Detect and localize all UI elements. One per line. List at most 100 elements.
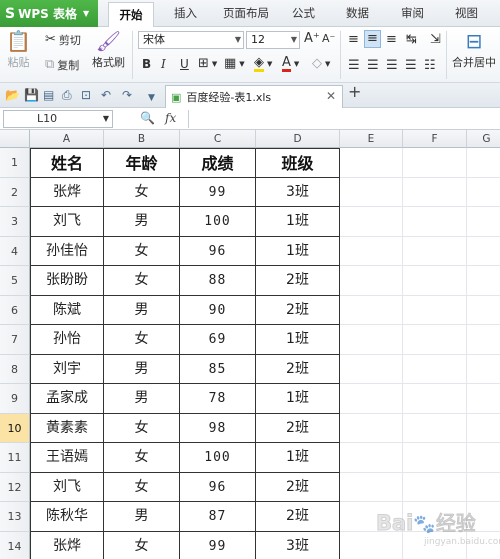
table-cell[interactable]: 88	[180, 266, 256, 296]
empty-cell[interactable]	[467, 473, 500, 502]
empty-cell[interactable]	[403, 266, 467, 296]
empty-cell[interactable]	[467, 296, 500, 325]
column-header-d[interactable]: D	[256, 130, 340, 148]
empty-cell[interactable]	[403, 236, 467, 266]
table-cell[interactable]: 女	[104, 325, 180, 355]
empty-cell[interactable]	[467, 355, 500, 384]
table-cell[interactable]: 2班	[256, 472, 340, 502]
table-cell[interactable]: 刘飞	[30, 472, 104, 502]
table-cell[interactable]: 张烨	[30, 531, 104, 559]
align-top-button[interactable]: ≡	[348, 32, 359, 48]
table-cell[interactable]: 张烨	[30, 177, 104, 207]
table-header-cell[interactable]: 年龄	[104, 148, 180, 178]
tab-formulas[interactable]: 公式	[292, 0, 315, 27]
align-center-button[interactable]: ☰	[367, 58, 379, 74]
format-painter-button[interactable]: 🖌 格式刷	[92, 30, 125, 70]
table-cell[interactable]: 2班	[256, 413, 340, 443]
font-name-select[interactable]: 宋体 ▼	[138, 31, 244, 49]
document-tab[interactable]: ▣ 百度经验-表1.xls ✕	[165, 85, 343, 108]
table-cell[interactable]: 2班	[256, 266, 340, 296]
row-header[interactable]: 10	[0, 413, 30, 443]
copy-button[interactable]: ⧉ 复制	[45, 57, 79, 73]
zoom-icon[interactable]: 🔍	[140, 111, 155, 125]
table-cell[interactable]: 99	[180, 177, 256, 207]
fill-color-button[interactable]: ◈ ▼	[254, 56, 272, 72]
export-pdf-icon[interactable]: ⊡	[81, 87, 91, 103]
select-all-corner[interactable]	[0, 130, 30, 148]
table-cell[interactable]: 2班	[256, 354, 340, 384]
column-header-b[interactable]: B	[104, 130, 180, 148]
empty-cell[interactable]	[467, 325, 500, 355]
row-header[interactable]: 2	[0, 177, 30, 207]
empty-cell[interactable]	[467, 178, 500, 207]
table-header-cell[interactable]: 班级	[256, 148, 340, 178]
empty-cell[interactable]	[403, 384, 467, 414]
close-icon[interactable]: ✕	[326, 89, 336, 103]
paste-button[interactable]: 📋 粘贴	[6, 30, 31, 70]
tab-home[interactable]: 开始	[108, 2, 154, 28]
table-cell[interactable]: 女	[104, 443, 180, 473]
table-cell[interactable]: 87	[180, 502, 256, 532]
formula-input[interactable]	[188, 110, 498, 128]
table-cell[interactable]: 男	[104, 207, 180, 237]
open-folder-icon[interactable]: 📂	[5, 87, 20, 103]
empty-cell[interactable]	[340, 207, 403, 237]
row-header[interactable]: 6	[0, 295, 30, 325]
table-cell[interactable]: 3班	[256, 177, 340, 207]
empty-cell[interactable]	[403, 354, 467, 384]
undo-icon[interactable]: ↶	[101, 87, 111, 103]
shrink-font-button[interactable]: A⁻	[322, 31, 335, 47]
table-cell[interactable]: 99	[180, 531, 256, 559]
empty-cell[interactable]	[467, 207, 500, 237]
tab-insert[interactable]: 插入	[174, 0, 197, 27]
app-menu-button[interactable]: S WPS 表格 ▼	[0, 0, 98, 27]
table-cell[interactable]: 69	[180, 325, 256, 355]
empty-cell[interactable]	[340, 413, 403, 443]
table-cell[interactable]: 1班	[256, 207, 340, 237]
column-header-f[interactable]: F	[403, 130, 467, 148]
column-header-g[interactable]: G	[467, 130, 500, 148]
print-icon[interactable]: ⎙	[62, 87, 72, 103]
table-cell[interactable]: 女	[104, 236, 180, 266]
table-cell[interactable]: 1班	[256, 443, 340, 473]
empty-cell[interactable]	[403, 177, 467, 207]
table-cell[interactable]: 78	[180, 384, 256, 414]
clear-format-button[interactable]: ◇ ▼	[312, 56, 330, 72]
table-cell[interactable]: 女	[104, 472, 180, 502]
empty-cell[interactable]	[340, 236, 403, 266]
empty-cell[interactable]	[340, 148, 403, 178]
row-header[interactable]: 4	[0, 236, 30, 266]
row-header[interactable]: 13	[0, 502, 30, 532]
tab-review[interactable]: 审阅	[401, 0, 424, 27]
align-left-button[interactable]: ☰	[348, 58, 360, 74]
empty-cell[interactable]	[403, 413, 467, 443]
justify-button[interactable]: ☰	[405, 58, 417, 74]
row-header[interactable]: 12	[0, 472, 30, 502]
customize-toolbar-icon[interactable]: ▼	[148, 90, 155, 106]
align-middle-button[interactable]: ≡	[364, 30, 381, 48]
table-cell[interactable]: 孙怡	[30, 325, 104, 355]
table-cell[interactable]: 男	[104, 354, 180, 384]
empty-cell[interactable]	[340, 295, 403, 325]
column-header-c[interactable]: C	[180, 130, 256, 148]
row-header[interactable]: 11	[0, 443, 30, 473]
row-header[interactable]: 8	[0, 354, 30, 384]
merge-center-button[interactable]: ⊟ 合并居中	[452, 30, 496, 70]
align-bottom-button[interactable]: ≡	[386, 32, 397, 48]
empty-cell[interactable]	[403, 325, 467, 355]
empty-cell[interactable]	[467, 384, 500, 414]
table-cell[interactable]: 王语嫣	[30, 443, 104, 473]
row-header[interactable]: 9	[0, 384, 30, 414]
empty-cell[interactable]	[403, 443, 467, 473]
table-header-cell[interactable]: 姓名	[30, 148, 104, 178]
table-cell[interactable]: 孟家成	[30, 384, 104, 414]
table-cell[interactable]: 女	[104, 531, 180, 559]
table-header-cell[interactable]: 成绩	[180, 148, 256, 178]
empty-cell[interactable]	[467, 443, 500, 473]
table-cell[interactable]: 男	[104, 295, 180, 325]
wrap-text-button[interactable]: ⇲	[430, 32, 441, 48]
table-cell[interactable]: 2班	[256, 295, 340, 325]
table-cell[interactable]: 女	[104, 177, 180, 207]
tab-page-layout[interactable]: 页面布局	[223, 0, 269, 27]
table-cell[interactable]: 96	[180, 472, 256, 502]
